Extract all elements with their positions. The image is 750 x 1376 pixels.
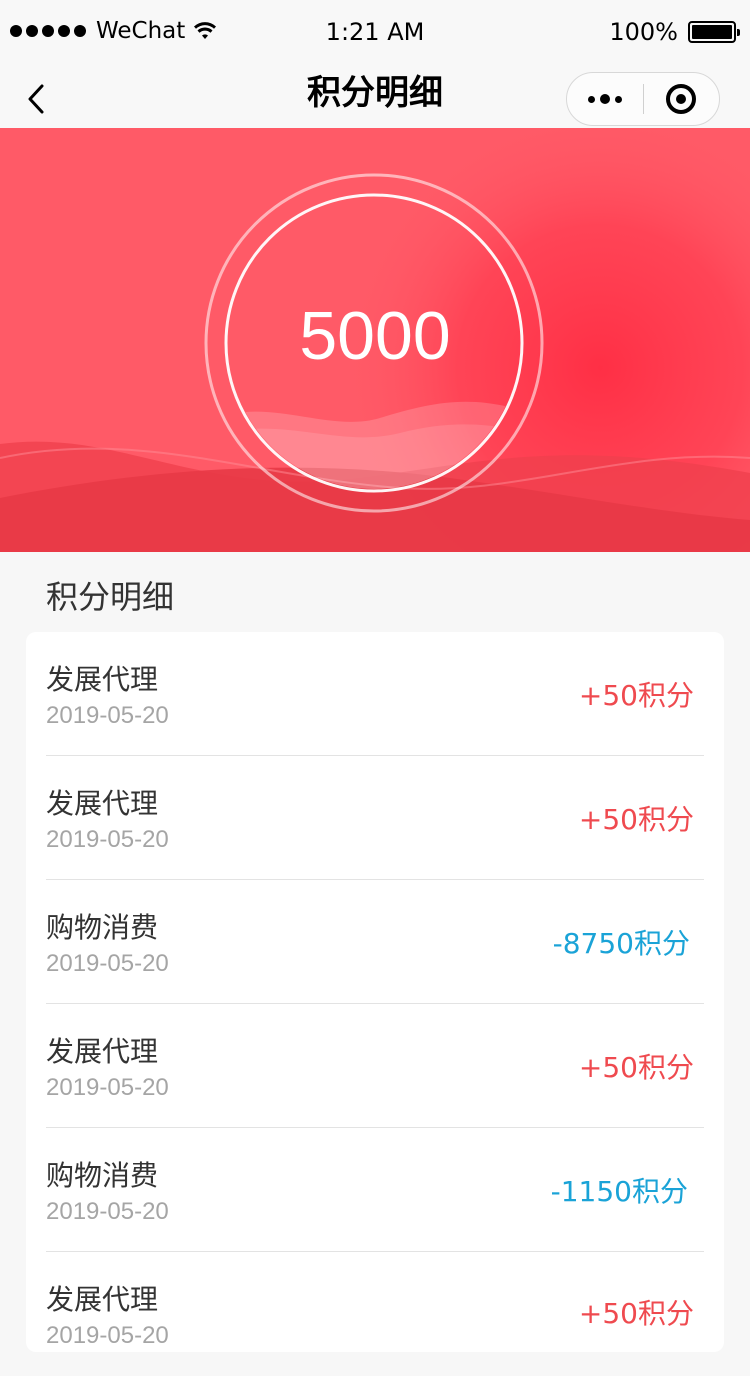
nav-bar: 积分明细 — [0, 66, 750, 128]
list-item[interactable]: 发展代理 2019-05-20 +50积分 — [46, 756, 704, 880]
record-amount: -8750积分 — [552, 927, 690, 960]
record-amount: +50积分 — [578, 679, 694, 712]
section-title: 积分明细 — [46, 578, 175, 616]
list-item[interactable]: 购物消费 2019-05-20 -1150积分 — [46, 1128, 704, 1252]
record-name: 发展代理 — [46, 787, 159, 820]
record-date: 2019-05-20 — [46, 826, 169, 853]
list-item[interactable]: 购物消费 2019-05-20 -8750积分 — [46, 880, 704, 1004]
close-miniprogram-button[interactable] — [644, 72, 719, 126]
target-icon — [666, 84, 697, 114]
list-item[interactable]: 发展代理 2019-05-20 +50积分 — [46, 1252, 704, 1376]
record-date: 2019-05-20 — [46, 1198, 169, 1225]
battery-icon — [688, 21, 740, 43]
more-menu-button[interactable] — [567, 72, 643, 126]
record-date: 2019-05-20 — [46, 1322, 169, 1349]
records-card: 发展代理 2019-05-20 +50积分 发展代理 2019-05-20 +5… — [26, 632, 724, 1352]
miniprogram-capsule — [566, 72, 720, 126]
record-name: 发展代理 — [46, 663, 159, 696]
record-amount: -1150积分 — [550, 1175, 688, 1208]
record-name: 发展代理 — [46, 1283, 159, 1316]
status-bar: WeChat 1:21 AM 100% — [0, 0, 750, 66]
status-right: 100% — [609, 18, 740, 46]
record-date: 2019-05-20 — [46, 950, 169, 977]
record-amount: +50积分 — [578, 1051, 694, 1084]
points-total: 5000 — [299, 298, 451, 374]
record-amount: +50积分 — [578, 1297, 694, 1330]
record-date: 2019-05-20 — [46, 702, 169, 729]
battery-percent: 100% — [609, 18, 678, 46]
record-name: 购物消费 — [46, 1159, 159, 1192]
record-amount: +50积分 — [578, 803, 694, 836]
record-date: 2019-05-20 — [46, 1074, 169, 1101]
record-name: 购物消费 — [46, 911, 159, 944]
list-item[interactable]: 发展代理 2019-05-20 +50积分 — [46, 632, 704, 756]
record-name: 发展代理 — [46, 1035, 159, 1068]
list-item[interactable]: 发展代理 2019-05-20 +50积分 — [46, 1004, 704, 1128]
points-hero: 5000 — [0, 128, 750, 552]
